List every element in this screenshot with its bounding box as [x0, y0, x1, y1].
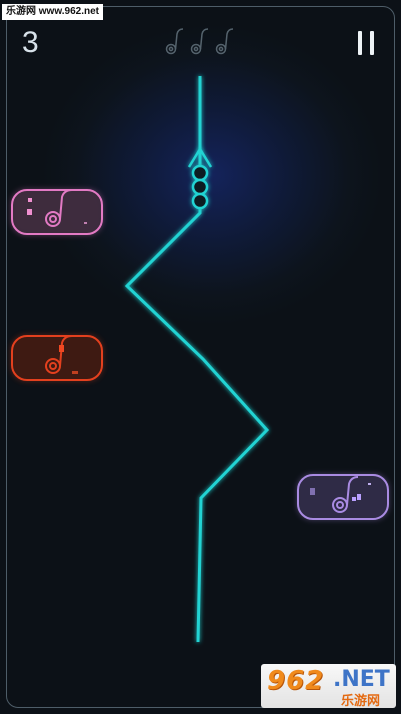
watermark-banner: 乐游网 www.962.net — [2, 4, 103, 20]
pause-button[interactable] — [354, 28, 382, 58]
player-segment — [191, 164, 209, 182]
player-segment — [191, 192, 209, 210]
zigzag-track — [124, 76, 270, 643]
logo-net: .NET — [333, 667, 390, 692]
music-note-icon — [215, 28, 234, 55]
pause-icon — [358, 31, 362, 55]
game-screen[interactable]: 乐游网 www.962.net 3 962 .NET 乐游网 — [0, 0, 401, 714]
notes-collected — [165, 28, 234, 55]
player-segment — [191, 178, 209, 196]
logo-number: 962 — [267, 666, 325, 696]
game-field — [11, 76, 389, 643]
music-note-icon — [190, 28, 209, 55]
site-logo: 962 .NET 乐游网 — [261, 664, 396, 708]
pause-icon — [370, 31, 374, 55]
obstacle-pink — [11, 189, 103, 235]
music-note-icon — [165, 28, 184, 55]
obstacle-red — [11, 335, 103, 381]
logo-cn: 乐游网 — [341, 693, 381, 708]
score-counter: 3 — [22, 26, 39, 59]
obstacle-purple — [297, 474, 389, 520]
